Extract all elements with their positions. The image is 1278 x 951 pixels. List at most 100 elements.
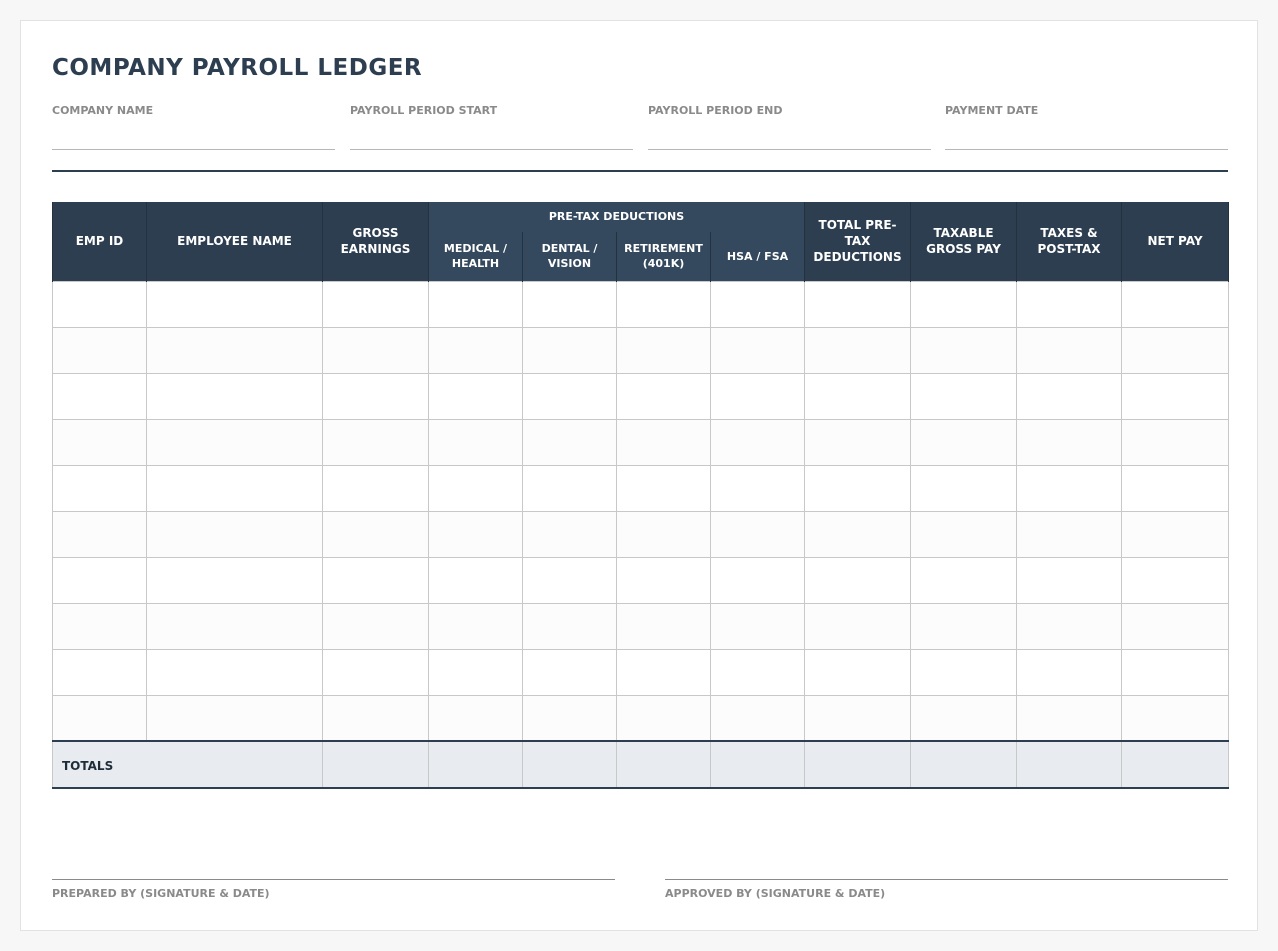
cell-taxes-post-tax[interactable] <box>1016 694 1123 742</box>
cell-medical-health[interactable] <box>428 280 523 328</box>
cell-employee-name[interactable] <box>146 510 323 558</box>
cell-taxes-post-tax[interactable] <box>1016 326 1123 374</box>
payment-date-field[interactable]: PAYMENT DATE <box>945 104 1228 150</box>
cell-retirement[interactable] <box>616 556 711 604</box>
approved-by-signature[interactable]: APPROVED BY (SIGNATURE & DATE) <box>665 879 1228 900</box>
cell-gross-earnings[interactable] <box>322 464 429 512</box>
total-dental-vision-cell[interactable] <box>522 740 617 789</box>
cell-taxes-post-tax[interactable] <box>1016 280 1123 328</box>
cell-emp-id[interactable] <box>52 556 147 604</box>
cell-dental-vision[interactable] <box>522 648 617 696</box>
cell-medical-health[interactable] <box>428 510 523 558</box>
cell-dental-vision[interactable] <box>522 326 617 374</box>
total-gross-earnings-cell[interactable] <box>322 740 429 789</box>
total-pre-tax-cell[interactable] <box>804 740 912 789</box>
cell-medical-health[interactable] <box>428 464 523 512</box>
cell-hsa-fsa[interactable] <box>709 280 806 328</box>
cell-emp-id[interactable] <box>52 602 147 650</box>
cell-medical-health[interactable] <box>428 556 523 604</box>
cell-net-pay[interactable] <box>1121 694 1230 742</box>
cell-net-pay[interactable] <box>1121 418 1230 466</box>
cell-employee-name[interactable] <box>146 556 323 604</box>
cell-hsa-fsa[interactable] <box>709 694 806 742</box>
cell-retirement[interactable] <box>616 372 711 420</box>
cell-taxable-gross[interactable] <box>910 556 1018 604</box>
cell-medical-health[interactable] <box>428 602 523 650</box>
cell-taxes-post-tax[interactable] <box>1016 648 1123 696</box>
cell-net-pay[interactable] <box>1121 510 1230 558</box>
cell-total-pre-tax[interactable] <box>804 602 912 650</box>
cell-total-pre-tax[interactable] <box>804 372 912 420</box>
cell-retirement[interactable] <box>616 648 711 696</box>
company-name-field[interactable]: COMPANY NAME <box>52 104 335 150</box>
cell-emp-id[interactable] <box>52 464 147 512</box>
cell-hsa-fsa[interactable] <box>709 326 806 374</box>
total-taxes-post-tax-cell[interactable] <box>1016 740 1123 789</box>
cell-gross-earnings[interactable] <box>322 556 429 604</box>
payroll-period-end-field[interactable]: PAYROLL PERIOD END <box>648 104 931 150</box>
cell-emp-id[interactable] <box>52 280 147 328</box>
cell-hsa-fsa[interactable] <box>709 372 806 420</box>
cell-employee-name[interactable] <box>146 648 323 696</box>
cell-dental-vision[interactable] <box>522 556 617 604</box>
cell-medical-health[interactable] <box>428 372 523 420</box>
cell-taxable-gross[interactable] <box>910 372 1018 420</box>
cell-taxes-post-tax[interactable] <box>1016 556 1123 604</box>
cell-hsa-fsa[interactable] <box>709 602 806 650</box>
cell-employee-name[interactable] <box>146 602 323 650</box>
cell-emp-id[interactable] <box>52 372 147 420</box>
total-retirement-cell[interactable] <box>616 740 711 789</box>
total-taxable-gross-cell[interactable] <box>910 740 1018 789</box>
cell-taxable-gross[interactable] <box>910 326 1018 374</box>
cell-total-pre-tax[interactable] <box>804 556 912 604</box>
cell-taxes-post-tax[interactable] <box>1016 464 1123 512</box>
cell-hsa-fsa[interactable] <box>709 418 806 466</box>
prepared-by-signature[interactable]: PREPARED BY (SIGNATURE & DATE) <box>52 879 615 900</box>
total-medical-health-cell[interactable] <box>428 740 523 789</box>
total-hsa-fsa-cell[interactable] <box>709 740 806 789</box>
cell-taxable-gross[interactable] <box>910 648 1018 696</box>
cell-net-pay[interactable] <box>1121 372 1230 420</box>
cell-medical-health[interactable] <box>428 648 523 696</box>
cell-retirement[interactable] <box>616 280 711 328</box>
cell-employee-name[interactable] <box>146 326 323 374</box>
cell-net-pay[interactable] <box>1121 280 1230 328</box>
cell-taxable-gross[interactable] <box>910 602 1018 650</box>
cell-total-pre-tax[interactable] <box>804 510 912 558</box>
cell-emp-id[interactable] <box>52 510 147 558</box>
cell-hsa-fsa[interactable] <box>709 510 806 558</box>
cell-retirement[interactable] <box>616 602 711 650</box>
cell-gross-earnings[interactable] <box>322 602 429 650</box>
cell-net-pay[interactable] <box>1121 556 1230 604</box>
cell-taxable-gross[interactable] <box>910 464 1018 512</box>
cell-employee-name[interactable] <box>146 280 323 328</box>
cell-hsa-fsa[interactable] <box>709 464 806 512</box>
cell-taxable-gross[interactable] <box>910 280 1018 328</box>
cell-taxable-gross[interactable] <box>910 510 1018 558</box>
cell-dental-vision[interactable] <box>522 694 617 742</box>
cell-emp-id[interactable] <box>52 418 147 466</box>
cell-dental-vision[interactable] <box>522 602 617 650</box>
cell-retirement[interactable] <box>616 418 711 466</box>
cell-medical-health[interactable] <box>428 694 523 742</box>
cell-employee-name[interactable] <box>146 694 323 742</box>
cell-dental-vision[interactable] <box>522 280 617 328</box>
cell-retirement[interactable] <box>616 326 711 374</box>
cell-net-pay[interactable] <box>1121 648 1230 696</box>
cell-dental-vision[interactable] <box>522 372 617 420</box>
cell-dental-vision[interactable] <box>522 464 617 512</box>
cell-total-pre-tax[interactable] <box>804 418 912 466</box>
cell-gross-earnings[interactable] <box>322 418 429 466</box>
cell-net-pay[interactable] <box>1121 602 1230 650</box>
cell-hsa-fsa[interactable] <box>709 556 806 604</box>
cell-gross-earnings[interactable] <box>322 694 429 742</box>
cell-net-pay[interactable] <box>1121 326 1230 374</box>
cell-taxable-gross[interactable] <box>910 694 1018 742</box>
cell-employee-name[interactable] <box>146 372 323 420</box>
cell-gross-earnings[interactable] <box>322 648 429 696</box>
cell-retirement[interactable] <box>616 510 711 558</box>
cell-dental-vision[interactable] <box>522 418 617 466</box>
cell-emp-id[interactable] <box>52 694 147 742</box>
cell-medical-health[interactable] <box>428 418 523 466</box>
cell-medical-health[interactable] <box>428 326 523 374</box>
